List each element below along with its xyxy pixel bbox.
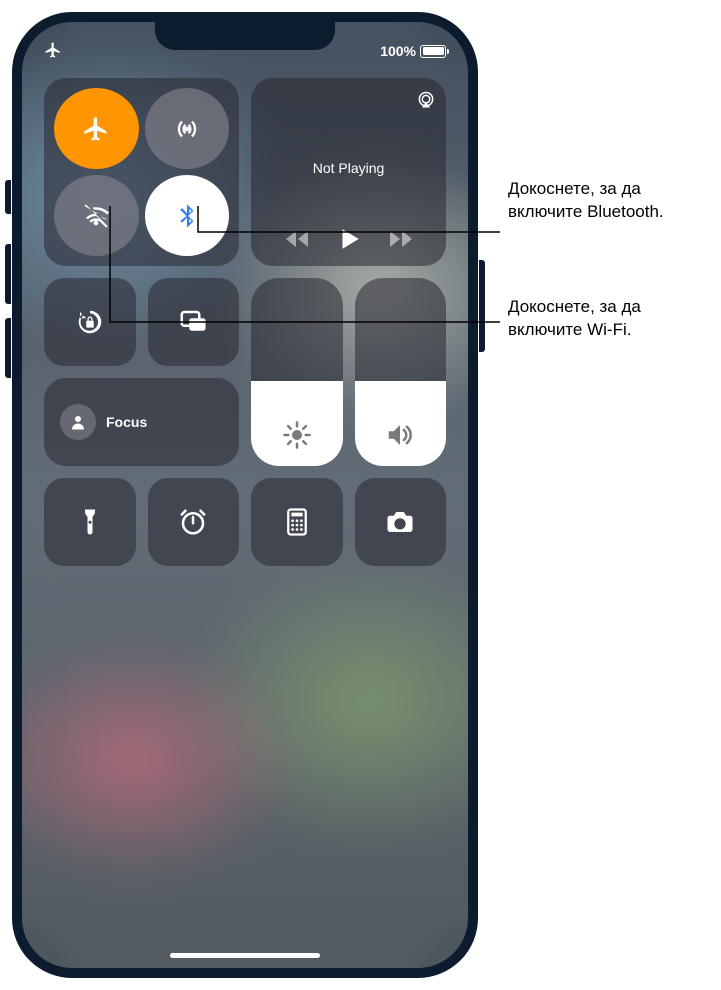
wifi-button[interactable]: [54, 175, 139, 256]
airplane-mode-button[interactable]: [54, 88, 139, 169]
flashlight-button[interactable]: [44, 478, 136, 566]
focus-label: Focus: [106, 414, 147, 430]
screen-mirroring-icon: [178, 307, 208, 337]
iphone-frame: 100%: [12, 12, 478, 978]
calculator-button[interactable]: [251, 478, 343, 566]
play-icon[interactable]: [336, 226, 362, 252]
cellular-antenna-icon: [173, 115, 201, 143]
wifi-off-icon: [82, 202, 110, 230]
battery-pct: 100%: [380, 43, 416, 59]
brightness-slider[interactable]: [251, 278, 343, 466]
cellular-data-button[interactable]: [145, 88, 230, 169]
media-tile[interactable]: Not Playing: [251, 78, 446, 266]
speaker-icon: [385, 420, 415, 450]
bluetooth-icon: [173, 202, 201, 230]
callout-bluetooth: Докоснете, за да включите Bluetooth.: [508, 178, 708, 224]
home-indicator[interactable]: [170, 953, 320, 958]
screen-mirroring-button[interactable]: [148, 278, 240, 366]
orientation-lock-icon: [75, 307, 105, 337]
screen: 100%: [22, 22, 468, 968]
calculator-icon: [282, 507, 312, 537]
airplane-icon: [82, 115, 110, 143]
timer-icon: [178, 507, 208, 537]
battery-icon: [420, 45, 446, 58]
notch: [155, 22, 335, 50]
volume-slider[interactable]: [355, 278, 447, 466]
flashlight-icon: [75, 507, 105, 537]
status-right: 100%: [380, 43, 446, 59]
camera-button[interactable]: [355, 478, 447, 566]
bluetooth-button[interactable]: [145, 175, 230, 256]
skip-back-icon[interactable]: [286, 230, 310, 248]
timer-button[interactable]: [148, 478, 240, 566]
status-left: [44, 41, 62, 62]
person-icon: [69, 413, 87, 431]
focus-button[interactable]: Focus: [44, 378, 239, 466]
callout-wifi: Докоснете, за да включите Wi-Fi.: [508, 296, 708, 342]
skip-forward-icon[interactable]: [388, 230, 412, 248]
media-title: Not Playing: [313, 110, 385, 226]
connectivity-tile[interactable]: [44, 78, 239, 266]
control-center: Not Playing: [44, 78, 446, 566]
camera-icon: [385, 507, 415, 537]
airplay-icon[interactable]: [416, 90, 436, 110]
orientation-lock-button[interactable]: [44, 278, 136, 366]
sun-icon: [282, 420, 312, 450]
airplane-icon: [44, 41, 62, 59]
